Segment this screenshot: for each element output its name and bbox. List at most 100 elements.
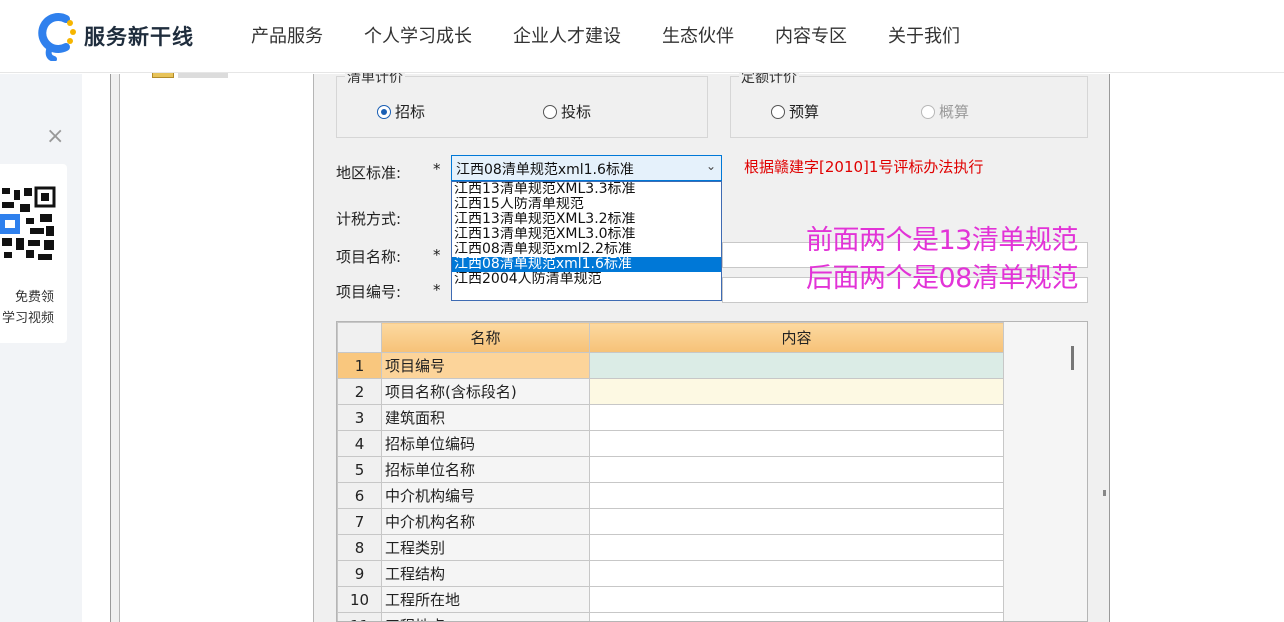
row-number: 7 xyxy=(337,508,382,535)
radio-estimate: 概算 xyxy=(921,101,969,122)
grid-header-name[interactable]: 名称 xyxy=(381,322,590,353)
row-value-cell[interactable] xyxy=(589,586,1004,613)
row-name: 工程类别 xyxy=(381,534,590,561)
nav-item-personal-growth[interactable]: 个人学习成长 xyxy=(364,22,472,48)
table-row[interactable]: 2 项目名称(含标段名) xyxy=(337,378,1004,405)
row-number: 9 xyxy=(337,560,382,587)
site-logo[interactable]: 服务新干线 xyxy=(36,10,194,62)
project-code-label: 项目编号: xyxy=(336,283,402,301)
radio-disabled-icon xyxy=(921,104,935,119)
software-window: 清单计价 招标 投标 定额计价 预算 概算 地区标准: * 江西08清单规范xm… xyxy=(110,67,1110,622)
qr-code-icon xyxy=(0,184,56,284)
annotation-line2: 后面两个是08清单规范 xyxy=(806,263,1078,294)
row-number: 10 xyxy=(337,586,382,613)
project-info-table: 名称 内容 1 项目编号 2 项目名称(含标段名) 3 建筑面积 4 招标单位编… xyxy=(337,322,1004,621)
row-number: 11 xyxy=(337,612,382,621)
dropdown-option[interactable]: 江西13清单规范XML3.2标准 xyxy=(452,212,721,227)
grid-corner-cell xyxy=(337,322,382,353)
region-standard-label: 地区标准: xyxy=(336,164,402,182)
bill-pricing-group: 清单计价 招标 投标 xyxy=(336,67,708,138)
annotation-line1: 前面两个是13清单规范 xyxy=(806,225,1078,256)
grid-header-content[interactable]: 内容 xyxy=(589,322,1004,353)
required-mark: * xyxy=(433,160,441,178)
nav-item-about[interactable]: 关于我们 xyxy=(888,22,960,48)
required-mark: * xyxy=(433,246,441,264)
row-name: 中介机构编号 xyxy=(381,482,590,509)
radio-bid-label: 投标 xyxy=(561,103,592,121)
radio-bid[interactable]: 投标 xyxy=(543,101,591,122)
region-standard-dropdown[interactable]: 江西13清单规范XML3.3标准 江西15人防清单规范 江西13清单规范XML3… xyxy=(451,181,722,301)
row-number: 3 xyxy=(337,404,382,431)
dropdown-option[interactable]: 江西2004人防清单规范 xyxy=(452,272,721,287)
nav-item-products[interactable]: 产品服务 xyxy=(251,22,323,48)
grid-empty-area xyxy=(1003,322,1087,621)
table-row[interactable]: 3 建筑面积 xyxy=(337,404,1004,431)
row-number: 1 xyxy=(337,352,382,379)
row-name: 中介机构名称 xyxy=(381,508,590,535)
row-value-cell[interactable] xyxy=(589,508,1004,535)
table-row[interactable]: 4 招标单位编码 xyxy=(337,430,1004,457)
row-value-cell[interactable] xyxy=(589,378,1004,405)
radio-unchecked-icon xyxy=(771,104,785,119)
radio-budget-label: 预算 xyxy=(789,103,820,121)
table-row[interactable]: 7 中介机构名称 xyxy=(337,508,1004,535)
dropdown-option[interactable]: 江西15人防清单规范 xyxy=(452,197,721,212)
table-row[interactable]: 10 工程所在地 xyxy=(337,586,1004,613)
table-row[interactable]: 11 工程地点 xyxy=(337,612,1004,621)
dropdown-option[interactable]: 江西13清单规范XML3.3标准 xyxy=(452,182,721,197)
radio-estimate-label: 概算 xyxy=(939,103,970,121)
radio-unchecked-icon xyxy=(543,104,557,119)
nav-item-partners[interactable]: 生态伙伴 xyxy=(662,22,734,48)
dropdown-option-selected[interactable]: 江西08清单规范xml1.6标准 xyxy=(452,257,721,272)
region-standard-select[interactable]: 江西08清单规范xml1.6标准 ⌄ xyxy=(451,155,722,181)
radio-tender-label: 招标 xyxy=(395,103,426,121)
row-name: 工程地点 xyxy=(381,612,590,621)
row-name: 项目编号 xyxy=(381,352,590,379)
row-value-cell[interactable] xyxy=(589,456,1004,483)
table-row[interactable]: 8 工程类别 xyxy=(337,534,1004,561)
region-note: 根据赣建字[2010]1号评标办法执行 xyxy=(744,158,984,176)
table-row[interactable]: 6 中介机构编号 xyxy=(337,482,1004,509)
required-mark: * xyxy=(433,281,441,299)
quota-pricing-group: 定额计价 预算 概算 xyxy=(730,67,1088,138)
row-name: 项目名称(含标段名) xyxy=(381,378,590,405)
table-row[interactable]: 1 项目编号 xyxy=(337,352,1004,379)
dropdown-option[interactable]: 江西08清单规范xml2.2标准 xyxy=(452,242,721,257)
tree-panel xyxy=(119,68,314,622)
nav-item-enterprise-talent[interactable]: 企业人才建设 xyxy=(513,22,621,48)
row-name: 工程所在地 xyxy=(381,586,590,613)
top-navigation: 服务新干线 产品服务 个人学习成长 企业人才建设 生态伙伴 内容专区 关于我们 xyxy=(0,0,1284,73)
close-icon[interactable]: × xyxy=(46,124,64,149)
row-number: 2 xyxy=(337,378,382,405)
nav-item-content[interactable]: 内容专区 xyxy=(775,22,847,48)
project-info-grid: 名称 内容 1 项目编号 2 项目名称(含标段名) 3 建筑面积 4 招标单位编… xyxy=(336,321,1088,622)
row-number: 5 xyxy=(337,456,382,483)
project-name-label: 项目名称: xyxy=(336,248,402,266)
qr-promo-card[interactable]: 免费领 学习视频 xyxy=(0,164,67,343)
row-number: 6 xyxy=(337,482,382,509)
qr-caption-line2: 学习视频 xyxy=(1,311,54,326)
row-value-cell[interactable] xyxy=(589,560,1004,587)
row-name: 工程结构 xyxy=(381,560,590,587)
radio-checked-icon xyxy=(377,104,391,119)
row-value-cell[interactable] xyxy=(589,352,1004,379)
vertical-scrollbar[interactable] xyxy=(1071,346,1074,370)
table-row[interactable]: 5 招标单位名称 xyxy=(337,456,1004,483)
row-value-cell[interactable] xyxy=(589,482,1004,509)
row-name: 建筑面积 xyxy=(381,404,590,431)
region-standard-value: 江西08清单规范xml1.6标准 xyxy=(456,162,634,178)
row-value-cell[interactable] xyxy=(589,404,1004,431)
chevron-down-icon[interactable]: ⌄ xyxy=(706,159,716,173)
row-name: 招标单位名称 xyxy=(381,456,590,483)
table-row[interactable]: 9 工程结构 xyxy=(337,560,1004,587)
radio-budget[interactable]: 预算 xyxy=(771,101,819,122)
logo-mark-icon xyxy=(38,13,76,61)
row-value-cell[interactable] xyxy=(589,430,1004,457)
qr-caption-line1: 免费领 xyxy=(14,290,54,305)
row-value-cell[interactable] xyxy=(589,534,1004,561)
row-value-cell[interactable] xyxy=(589,612,1004,621)
dropdown-option[interactable]: 江西13清单规范XML3.0标准 xyxy=(452,227,721,242)
radio-tender[interactable]: 招标 xyxy=(377,101,425,122)
main-nav: 产品服务 个人学习成长 企业人才建设 生态伙伴 内容专区 关于我们 xyxy=(251,22,1001,48)
form-panel: 清单计价 招标 投标 定额计价 预算 概算 地区标准: * 江西08清单规范xm… xyxy=(314,67,1108,622)
